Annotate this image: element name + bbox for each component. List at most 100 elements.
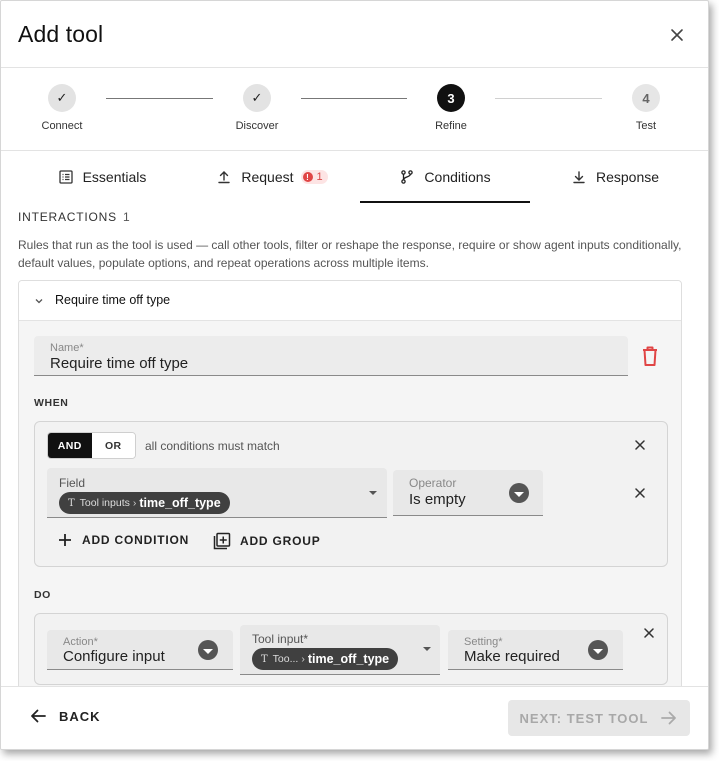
operator-select[interactable]: Operator Is empty — [393, 470, 543, 516]
condition-group: AND OR all conditions must match Field T… — [34, 421, 668, 567]
operator-value: Is empty — [409, 491, 466, 508]
tab-response[interactable]: Response — [530, 151, 700, 203]
stepper: ✓ Connect ✓ Discover 3 Refine 4 Test — [1, 68, 708, 151]
step-check-icon: ✓ — [243, 84, 271, 112]
text-type-icon: T — [261, 653, 268, 665]
close-icon — [644, 628, 654, 638]
button-label: ADD GROUP — [240, 534, 321, 548]
dialog-footer: BACK NEXT: TEST TOOL — [1, 686, 708, 749]
interaction-card-title: Require time off type — [55, 293, 171, 307]
interaction-card-header[interactable]: Require time off type — [19, 281, 681, 321]
step-discover[interactable]: ✓ Discover — [217, 84, 297, 132]
chip-value: time_off_type — [139, 496, 221, 510]
interactions-title: INTERACTIONS — [18, 210, 117, 224]
add-tool-dialog: Add tool ✓ Connect ✓ Discover 3 Refine 4… — [0, 0, 709, 750]
dropdown-icon — [588, 640, 608, 660]
chip-prefix: Tool inputs — [79, 497, 130, 509]
or-toggle-button[interactable]: OR — [91, 433, 135, 458]
error-count: 1 — [316, 171, 323, 183]
chevron-right-icon: › — [132, 497, 137, 509]
error-badge: ! 1 — [300, 170, 328, 184]
field-label: Field — [59, 476, 86, 490]
active-tab-indicator — [360, 201, 530, 203]
chip-value: time_off_type — [307, 652, 390, 666]
add-condition-button[interactable]: ADD CONDITION — [57, 532, 189, 548]
interactions-count: 1 — [122, 210, 131, 224]
remove-condition-button[interactable] — [633, 486, 647, 505]
chip-prefix: Too... — [272, 653, 299, 665]
tool-input-select[interactable]: Tool input* T Too... › time_off_type — [240, 625, 440, 675]
tab-label: Essentials — [82, 169, 147, 185]
step-label: Discover — [235, 120, 279, 132]
button-label: BACK — [59, 708, 101, 724]
field-chip[interactable]: T Tool inputs › time_off_type — [59, 492, 230, 514]
button-label: ADD CONDITION — [82, 533, 190, 547]
step-refine[interactable]: 3 Refine — [411, 84, 491, 132]
error-icon: ! — [302, 172, 313, 182]
branch-icon — [401, 170, 414, 184]
trash-icon — [643, 346, 657, 366]
action-select[interactable]: Action* Configure input — [47, 630, 233, 670]
list-icon — [58, 170, 73, 184]
step-connector — [106, 98, 213, 99]
dropdown-icon — [509, 483, 529, 503]
field-label: Setting* — [464, 636, 503, 648]
action-group: Action* Configure input Tool input* T To… — [34, 613, 668, 685]
text-type-icon: T — [68, 497, 75, 509]
tab-request[interactable]: Request ! 1 — [187, 151, 357, 203]
step-connect[interactable]: ✓ Connect — [22, 84, 102, 132]
close-icon — [635, 440, 645, 450]
when-label: WHEN — [34, 397, 69, 409]
button-label: NEXT: TEST TOOL — [519, 710, 649, 726]
and-toggle-button[interactable]: AND — [48, 433, 92, 458]
logic-toggle: AND OR — [47, 432, 136, 459]
step-test[interactable]: 4 Test — [606, 84, 686, 132]
caret-down-icon — [423, 647, 431, 651]
next-test-tool-button[interactable]: NEXT: TEST TOOL — [508, 700, 690, 736]
field-select[interactable]: Field T Tool inputs › time_off_type — [47, 468, 387, 518]
step-number: 4 — [632, 84, 660, 112]
tab-essentials[interactable]: Essentials — [17, 151, 187, 203]
tab-bar: Essentials Request ! 1 Conditions Respon… — [1, 151, 708, 203]
back-button[interactable]: BACK — [29, 707, 101, 725]
step-number: 3 — [437, 84, 465, 112]
step-check-icon: ✓ — [48, 84, 76, 112]
delete-rule-button[interactable] — [640, 345, 660, 372]
tool-input-chip[interactable]: T Too... › time_off_type — [252, 648, 399, 670]
dropdown-icon — [198, 640, 218, 660]
chevron-right-icon: › — [301, 653, 305, 665]
setting-select[interactable]: Setting* Make required — [448, 630, 623, 670]
tab-label: Request — [241, 169, 294, 185]
step-label: Connect — [41, 120, 83, 132]
upload-icon — [218, 171, 231, 184]
dialog-title: Add tool — [18, 21, 104, 47]
step-label: Refine — [435, 120, 467, 132]
do-label: DO — [34, 589, 51, 601]
step-label: Test — [635, 120, 657, 132]
field-label: Tool input* — [252, 632, 309, 646]
action-value: Configure input — [63, 648, 165, 665]
field-label: Operator — [409, 476, 457, 490]
arrow-left-icon — [31, 709, 46, 723]
add-group-icon — [213, 532, 231, 550]
close-button[interactable] — [665, 23, 689, 47]
caret-down-icon — [369, 491, 377, 495]
interactions-heading: INTERACTIONS 1 — [18, 210, 130, 224]
tab-label: Response — [595, 169, 660, 185]
add-group-button[interactable]: ADD GROUP — [213, 532, 321, 550]
tab-conditions[interactable]: Conditions — [360, 151, 530, 203]
tab-label: Conditions — [424, 169, 491, 185]
remove-action-button[interactable] — [642, 626, 656, 645]
arrow-right-icon — [661, 711, 677, 725]
match-description: all conditions must match — [145, 439, 280, 453]
rule-name-field[interactable]: Name* Require time off type — [34, 336, 628, 376]
download-icon — [573, 171, 585, 184]
rule-name-input[interactable]: Require time off type — [50, 355, 188, 372]
dialog-header: Add tool — [1, 1, 708, 68]
interaction-card: Require time off type Name* Require time… — [18, 280, 682, 700]
interactions-description: Rules that run as the tool is used — cal… — [18, 238, 682, 270]
step-connector — [495, 98, 602, 99]
step-connector — [301, 98, 407, 99]
remove-group-button[interactable] — [633, 438, 647, 457]
setting-value: Make required — [464, 648, 560, 665]
